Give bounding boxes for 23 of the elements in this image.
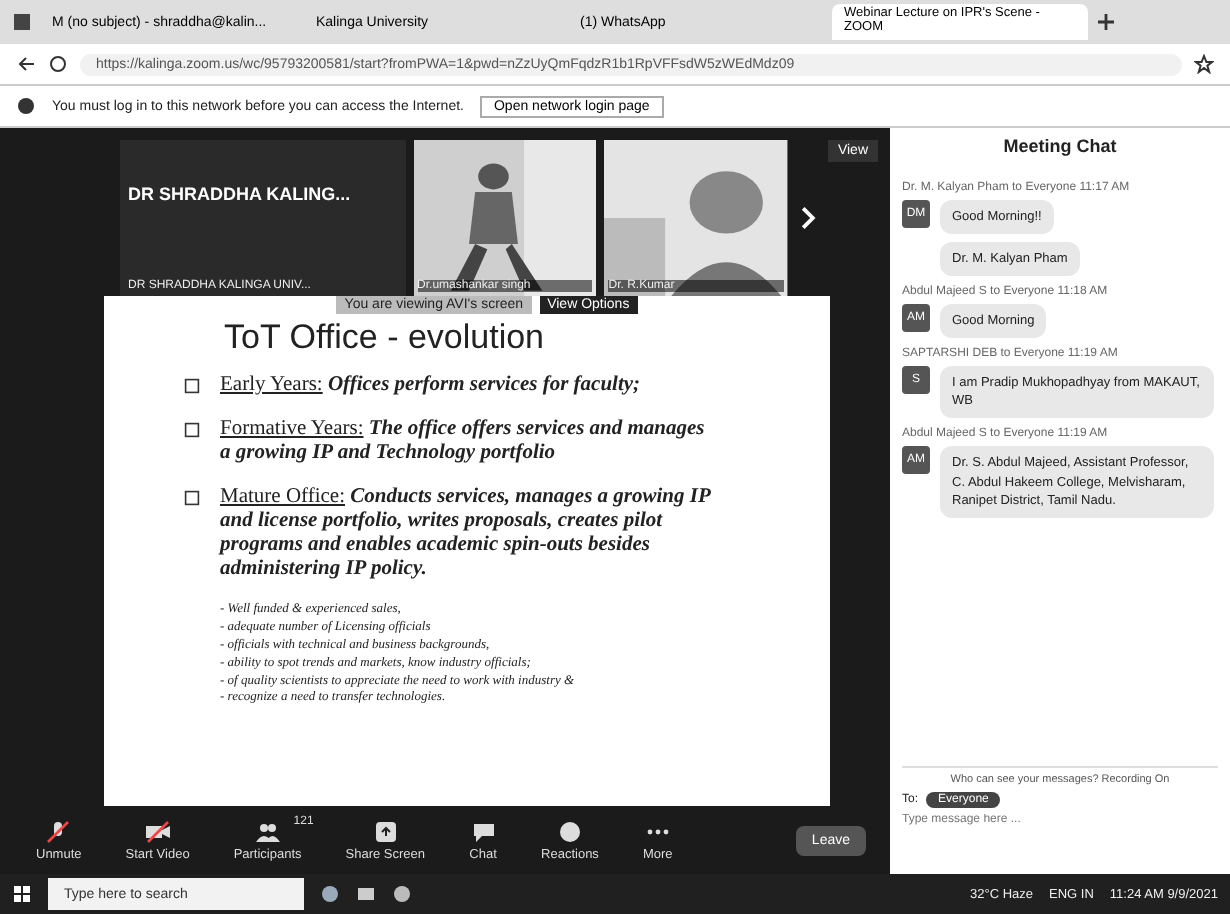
muted-mic-icon — [44, 819, 73, 843]
people-icon — [253, 819, 282, 843]
start-icon[interactable] — [12, 884, 32, 904]
video-off-icon — [143, 819, 172, 843]
bullet-icon — [184, 490, 200, 507]
bullet-icon — [184, 422, 200, 439]
star-icon[interactable] — [1194, 54, 1214, 74]
chat-icon — [469, 819, 498, 843]
slide-point: Formative Years: The office offers services and manages a growing IP and Technology portfolio — [220, 418, 707, 467]
app-icon[interactable] — [392, 884, 412, 904]
slide-point: Mature Office: Conducts services, manages a growing IP and license portfolio, writes proposals, creates pilot programs and enables academic spin-outs besides administering IP policy. — [220, 486, 713, 583]
new-tab-icon[interactable] — [1096, 12, 1116, 32]
speaker-name: DR SHRADDHA KALING... — [128, 184, 353, 204]
bullet-icon — [184, 378, 200, 394]
browser-menu-icon[interactable] — [12, 12, 32, 32]
slide-point: Early Years: Offices perform services for faculty; — [220, 374, 643, 399]
share-icon — [371, 819, 400, 843]
reload-icon[interactable] — [48, 54, 68, 74]
chat-title: Meeting Chat — [1001, 136, 1119, 156]
app-icon[interactable] — [320, 884, 340, 904]
back-icon[interactable] — [16, 54, 36, 74]
folder-icon[interactable] — [356, 884, 376, 904]
slide-title: ToT Office - evolution — [224, 318, 547, 358]
